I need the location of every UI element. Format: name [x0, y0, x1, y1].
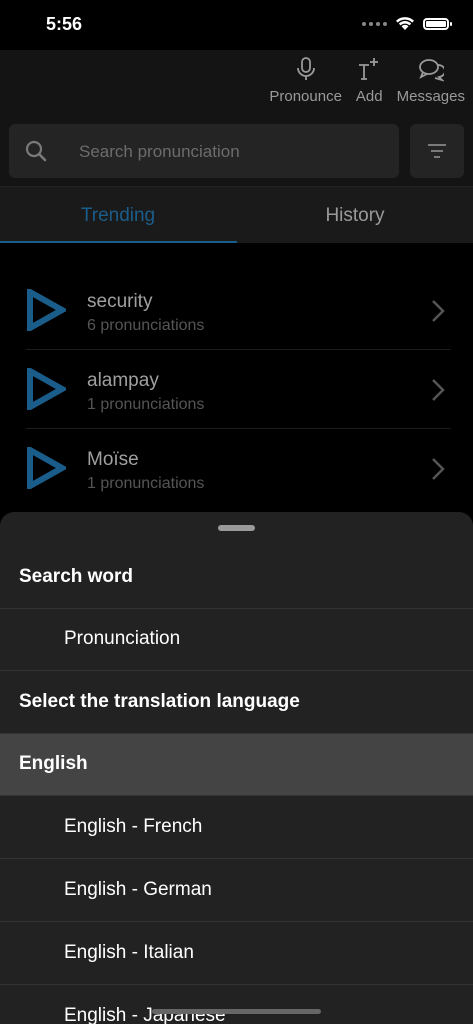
option-label: English - German — [64, 879, 212, 900]
word-label: alampay — [87, 370, 159, 391]
sheet-drag-handle[interactable] — [218, 525, 255, 531]
word-label: Moïse — [87, 449, 139, 470]
chat-bubbles-icon — [418, 59, 444, 82]
battery-icon — [423, 17, 452, 30]
trending-list: security 6 pronunciations alampay 1 pron… — [0, 243, 473, 520]
add-text-icon — [359, 58, 379, 80]
toolbar: Pronounce Add Messages — [269, 56, 465, 105]
home-indicator[interactable] — [152, 1009, 321, 1014]
option-pronunciation[interactable]: Pronunciation — [0, 609, 473, 671]
option-english-italian[interactable]: English - Italian — [0, 923, 473, 985]
tab-trending[interactable]: Trending — [0, 187, 236, 244]
option-label: English — [19, 753, 88, 774]
option-label: English - Italian — [64, 942, 194, 963]
section-header-label: Search word — [19, 566, 134, 587]
wifi-icon — [396, 17, 414, 30]
pronounce-button[interactable]: Pronounce — [269, 56, 342, 105]
tab-bar: Trending History — [0, 186, 473, 244]
option-english[interactable]: English — [0, 734, 473, 796]
status-icons — [362, 16, 452, 31]
option-english-german[interactable]: English - German — [0, 860, 473, 922]
section-header-translation-language: Select the translation language — [0, 672, 473, 734]
pronunciation-count: 6 pronunciations — [87, 317, 205, 334]
search-input[interactable] — [77, 138, 381, 166]
list-item[interactable]: security 6 pronunciations — [0, 271, 473, 350]
bottom-sheet: Search word Pronunciation Select the tra… — [0, 512, 473, 1024]
option-english-japanese[interactable]: English - Japanese — [0, 986, 473, 1024]
search-row — [9, 124, 464, 178]
pronounce-label: Pronounce — [269, 88, 342, 105]
option-label: English - French — [64, 816, 203, 837]
list-item[interactable]: Moïse 1 pronunciations — [0, 429, 473, 508]
status-bar: 5:56 — [0, 0, 473, 50]
list-item[interactable]: alampay 1 pronunciations — [0, 350, 473, 429]
search-icon — [25, 140, 47, 162]
option-label: Pronunciation — [64, 628, 181, 649]
chevron-right-icon — [432, 379, 445, 401]
tab-history[interactable]: History — [237, 187, 473, 244]
messages-button[interactable]: Messages — [397, 56, 465, 105]
cellular-signal-icon — [362, 21, 387, 26]
word-label: security — [87, 291, 153, 312]
messages-label: Messages — [396, 88, 465, 105]
option-label: English - Japanese — [64, 1005, 226, 1024]
play-icon[interactable] — [26, 368, 66, 410]
search-box[interactable] — [9, 124, 399, 178]
filter-icon — [428, 144, 446, 158]
status-time: 5:56 — [46, 14, 83, 34]
microphone-icon — [296, 57, 315, 80]
add-label: Add — [355, 88, 383, 105]
section-header-label: Select the translation language — [19, 691, 300, 712]
play-icon[interactable] — [26, 289, 66, 331]
option-english-french[interactable]: English - French — [0, 797, 473, 859]
section-header-search-word: Search word — [0, 547, 473, 609]
pronunciation-count: 1 pronunciations — [87, 475, 205, 492]
pronunciation-count: 1 pronunciations — [87, 396, 205, 413]
chevron-right-icon — [432, 458, 445, 480]
chevron-right-icon — [432, 300, 445, 322]
play-icon[interactable] — [26, 447, 66, 489]
add-button[interactable]: Add — [356, 56, 383, 105]
filter-button[interactable] — [410, 124, 464, 178]
